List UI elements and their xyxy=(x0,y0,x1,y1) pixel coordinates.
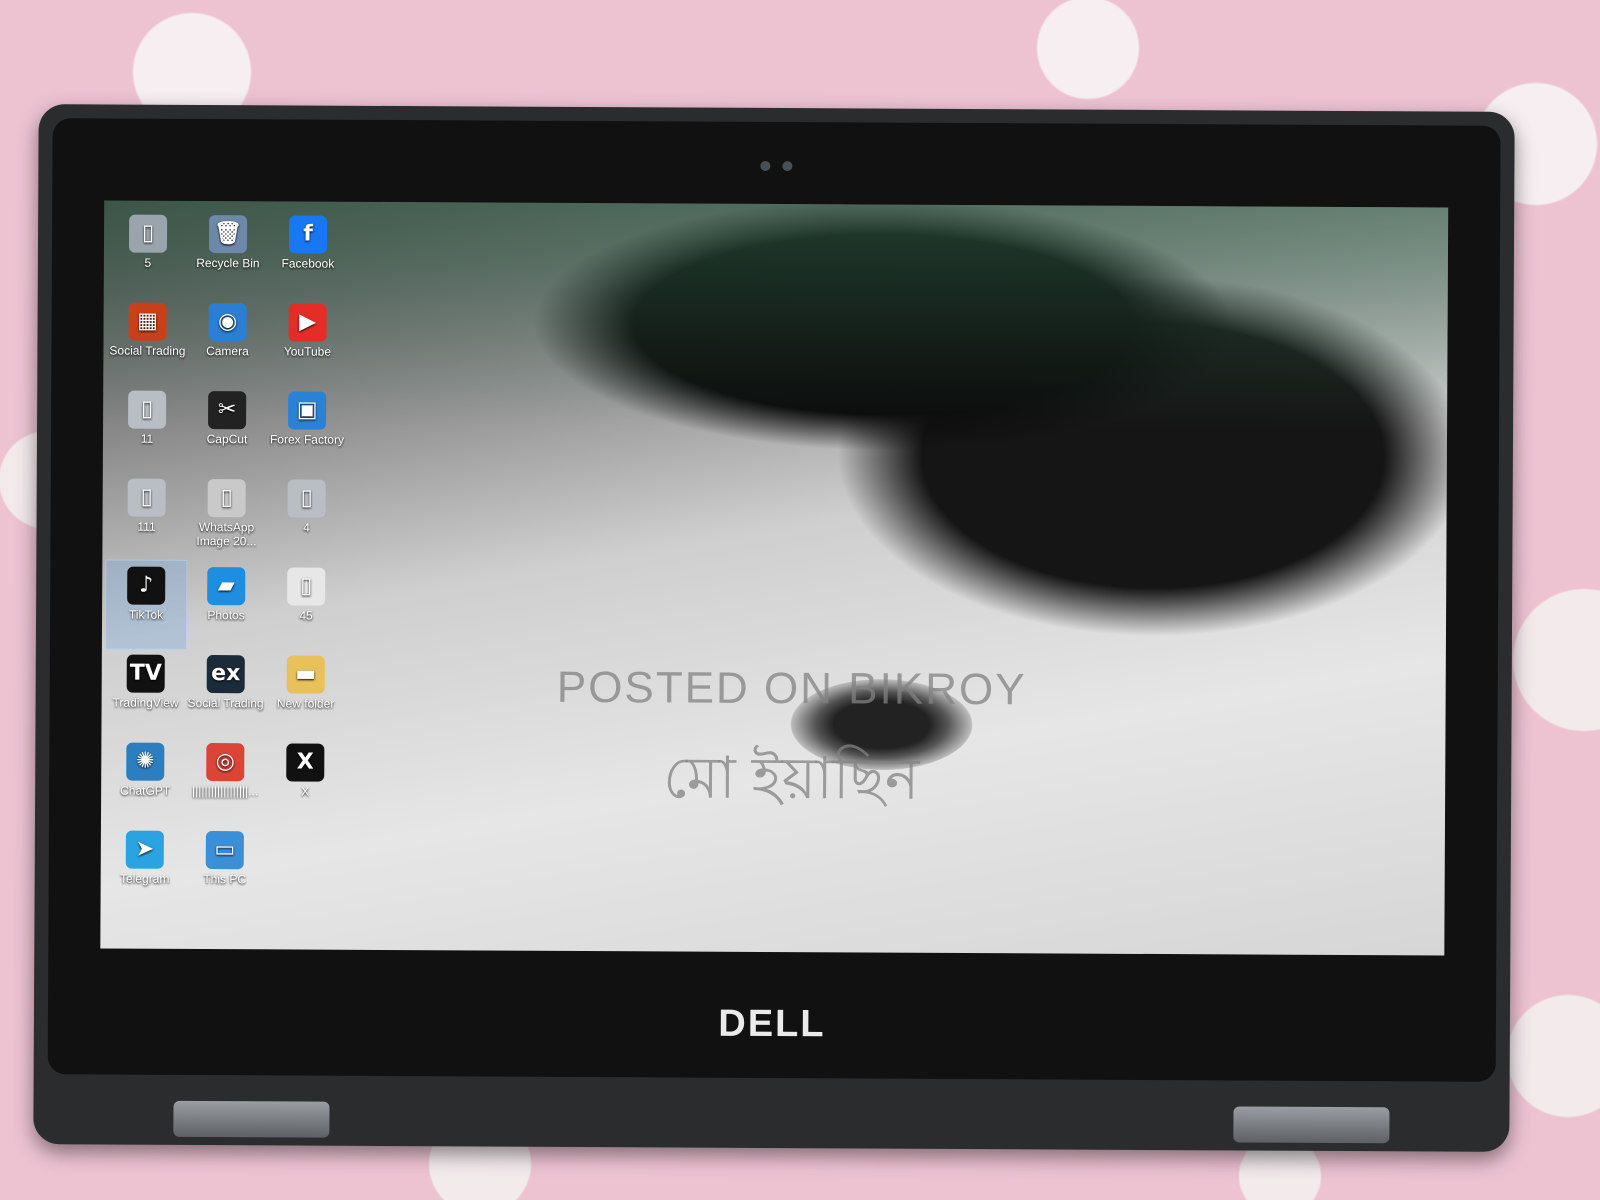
desktop-icon-label: This PC xyxy=(203,872,247,887)
desktop-icon[interactable]: ▬ New folder xyxy=(265,649,345,737)
hinge-left xyxy=(173,1100,330,1138)
file-icon: ▯ xyxy=(287,479,326,518)
desktop-icon-label: Recycle Bin xyxy=(196,255,260,271)
desktop-icon-label: 111 xyxy=(137,519,156,534)
desktop-icon[interactable]: ♪ TikTok xyxy=(104,559,188,650)
watermark-line-1: POSTED ON BIKROY xyxy=(556,662,1027,715)
webcam xyxy=(754,156,798,172)
social-trading-icon: ex xyxy=(206,655,245,694)
tradingview-icon: TV xyxy=(126,654,165,693)
desktop-icon-label: Forex Factory xyxy=(269,432,345,447)
capcut-icon: ✂ xyxy=(208,391,247,430)
telegram-icon: ➤ xyxy=(125,830,164,869)
desktop-icon[interactable]: ▦ Social Trading xyxy=(107,297,187,385)
desktop-icon-label: WhatsApp Image 20... xyxy=(196,519,257,549)
desktop-icon-label: X xyxy=(301,784,310,799)
desktop-icon-grid: ▯ 5 🗑 Recycle Bin f Facebook ▦ Social Trading ◉ C… xyxy=(104,209,349,914)
desktop-icon-label: Social Trading xyxy=(187,695,264,711)
desktop-icon[interactable]: ▯ 11 xyxy=(107,385,187,473)
image-file-icon: ▯ xyxy=(207,479,246,518)
facebook-icon: f xyxy=(288,215,328,254)
hinge-right xyxy=(1233,1106,1390,1144)
desktop-icon[interactable]: ✂ CapCut xyxy=(187,385,267,473)
folder-icon: ▬ xyxy=(286,655,325,694)
desktop-icon-label: New folder xyxy=(276,696,335,711)
laptop-body: DELL ▯ 5 🗑 Recycle Bin f Facebook ▦ Social Trad… xyxy=(33,104,1515,1152)
desktop-icon-label: Telegram xyxy=(119,871,170,886)
desktop-icon[interactable]: ▯ WhatsApp Image 20... xyxy=(186,473,266,561)
desktop-icon[interactable]: ➤ Telegram xyxy=(105,824,185,912)
desktop-icon[interactable]: ex Social Trading xyxy=(185,649,265,737)
tiktok-icon: ♪ xyxy=(127,566,166,605)
this-pc-icon: ▭ xyxy=(205,831,244,870)
desktop-screen: ▯ 5 🗑 Recycle Bin f Facebook ▦ Social Trading ◉ C… xyxy=(100,200,1449,956)
watermark-line-2: মো ইয়াছিন xyxy=(662,745,920,812)
desktop-icon-label: YouTube xyxy=(283,344,332,359)
chrome-icon: ◎ xyxy=(206,743,245,782)
dell-logo: DELL xyxy=(718,1002,826,1046)
file-icon: ▯ xyxy=(128,390,167,429)
desktop-icon-label: ||||||||||||||||||... xyxy=(192,783,259,799)
desktop-icon-label: Camera xyxy=(206,344,249,359)
desktop-icon-label: Photos xyxy=(207,608,245,623)
pdf-file-icon: ▯ xyxy=(287,567,326,606)
watermark: POSTED ON BIKROY মো ইয়াছিন xyxy=(541,663,1042,833)
desktop-icon[interactable]: ▯ 5 xyxy=(108,209,188,297)
desktop-icon[interactable]: ◎ ||||||||||||||||||... xyxy=(185,737,265,825)
photos-icon: ▰ xyxy=(207,567,246,606)
desktop-icon-label: Social Trading xyxy=(109,343,186,358)
social-trading-icon: ▦ xyxy=(128,302,167,341)
chatgpt-icon: ✺ xyxy=(126,742,165,781)
youtube-icon: ▶ xyxy=(288,303,327,342)
desktop-icon[interactable]: XX xyxy=(265,737,345,825)
desktop-icon-label: TradingView xyxy=(112,695,179,710)
recycle-bin-icon: 🗑 xyxy=(208,215,248,254)
desktop-icon[interactable]: f Facebook xyxy=(268,209,348,297)
desktop-icon[interactable]: 🗑 Recycle Bin xyxy=(188,209,268,297)
desktop-icon-label: 45 xyxy=(299,608,313,623)
desktop-icon-label: TikTok xyxy=(128,607,164,622)
file-icon: ▯ xyxy=(128,214,168,253)
desktop-icon[interactable]: ▰ Photos xyxy=(186,561,266,649)
desktop-icon-label: 4 xyxy=(303,520,310,535)
desktop-icon[interactable]: ▯ 4 xyxy=(266,473,346,561)
desktop-icon-label: 11 xyxy=(140,431,154,446)
x-icon: X xyxy=(286,743,325,782)
desktop-icon[interactable]: ✺ ChatGPT xyxy=(105,737,185,825)
desktop-icon[interactable]: ▶ YouTube xyxy=(267,297,347,385)
desktop-icon[interactable]: ▣ Forex Factory xyxy=(267,385,347,473)
desktop-icon-label: Facebook xyxy=(281,256,335,271)
desktop-icon[interactable]: ◉ Camera xyxy=(187,297,267,385)
forex-factory-icon: ▣ xyxy=(288,391,327,430)
desktop-icon[interactable]: TV TradingView xyxy=(105,649,185,737)
desktop-icon[interactable]: ▭ This PC xyxy=(185,825,265,913)
file-icon: ▯ xyxy=(127,478,166,517)
desktop-icon[interactable]: ▯ 45 xyxy=(266,561,346,649)
camera-icon: ◉ xyxy=(208,303,247,342)
desktop-icon-label: ChatGPT xyxy=(120,783,171,798)
desktop-icon-label: 5 xyxy=(144,255,152,270)
desktop-icon-label: CapCut xyxy=(206,432,248,447)
desktop-icon[interactable]: ▯ 111 xyxy=(106,473,186,561)
